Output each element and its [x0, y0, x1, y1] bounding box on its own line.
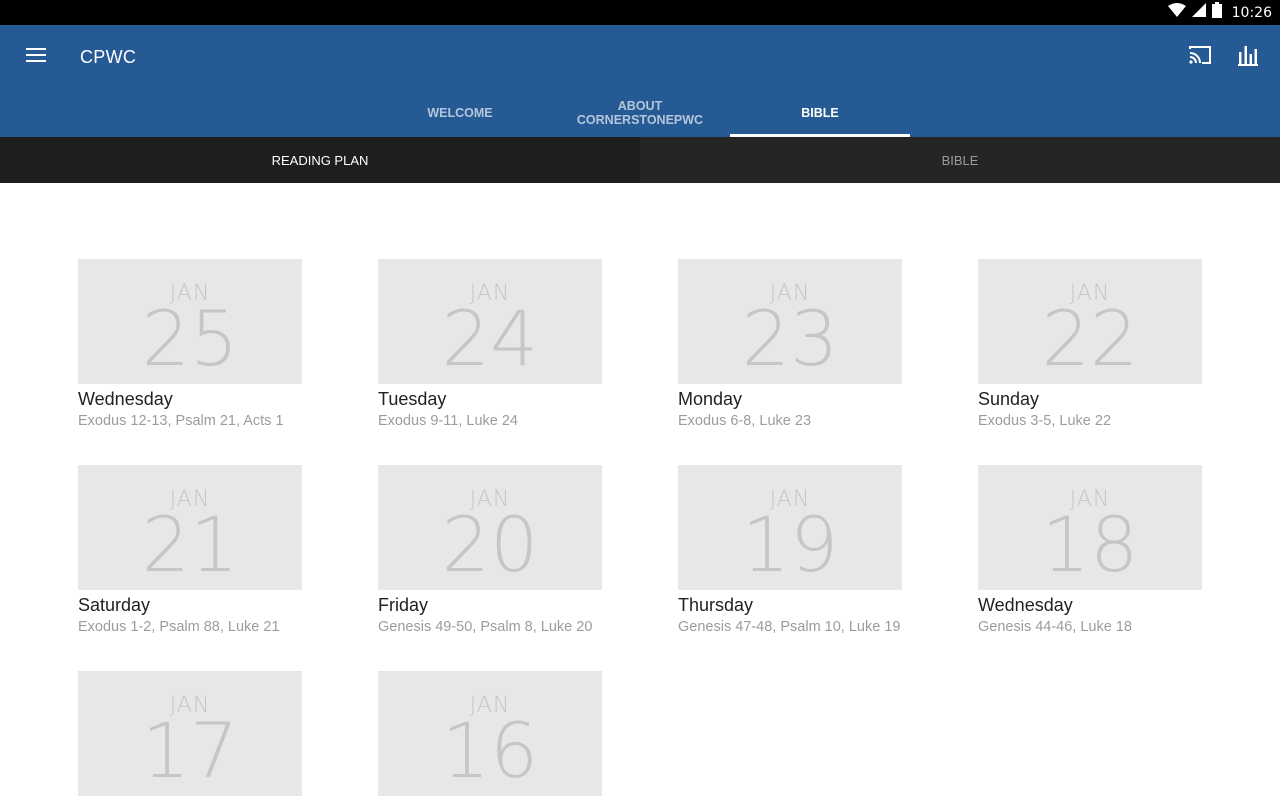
reading-weekday: Friday	[378, 595, 429, 615]
reading-card[interactable]: JAN 22 Sunday Exodus 3-5, Luke 22	[978, 259, 1202, 431]
reading-passages: Exodus 12-13, Psalm 21, Acts 1	[78, 413, 284, 429]
reading-passages: Exodus 3-5, Luke 22	[978, 413, 1112, 429]
tab-welcome[interactable]: WELCOME	[370, 89, 550, 137]
cell-signal-icon	[1191, 3, 1206, 22]
wifi-icon	[1167, 3, 1186, 22]
reading-passages: Exodus 6-8, Luke 23	[678, 413, 812, 429]
date-day: 23	[741, 294, 839, 383]
reading-passages: Genesis 44-46, Luke 18	[978, 619, 1132, 635]
subtab-bible[interactable]: BIBLE	[640, 137, 1280, 183]
reading-weekday: Tuesday	[378, 389, 447, 409]
reading-weekday: Thursday	[678, 595, 754, 615]
reading-weekday: Saturday	[78, 595, 151, 615]
cast-icon	[1188, 45, 1212, 70]
reading-card[interactable]: JAN 20 Friday Genesis 49-50, Psalm 8, Lu…	[378, 465, 602, 637]
menu-icon	[26, 47, 46, 68]
menu-button[interactable]	[20, 41, 52, 73]
reading-card[interactable]: JAN 18 Wednesday Genesis 44-46, Luke 18	[978, 465, 1202, 637]
tab-about[interactable]: ABOUT CORNERSTONEPWC	[550, 89, 730, 137]
cast-button[interactable]	[1184, 41, 1216, 73]
date-day: 21	[141, 500, 239, 589]
reading-weekday: Monday	[678, 389, 743, 409]
reading-card[interactable]: JAN 24 Tuesday Exodus 9-11, Luke 24	[378, 259, 602, 431]
subtab-reading-plan[interactable]: READING PLAN	[0, 137, 640, 183]
date-tile: JAN 24	[378, 259, 602, 384]
reading-card[interactable]: JAN 16	[378, 671, 602, 796]
date-tile: JAN 22	[978, 259, 1202, 384]
reading-weekday: Wednesday	[978, 595, 1073, 615]
reading-card[interactable]: JAN 23 Monday Exodus 6-8, Luke 23	[678, 259, 902, 431]
reading-passages: Genesis 47-48, Psalm 10, Luke 19	[678, 619, 901, 635]
tab-bible[interactable]: BIBLE	[730, 89, 910, 137]
date-day: 19	[741, 500, 839, 589]
reading-weekday: Sunday	[978, 389, 1040, 409]
date-tile: JAN 17	[78, 671, 302, 796]
app-title: CPWC	[80, 47, 137, 67]
date-day: 20	[441, 500, 539, 589]
status-bar: 10:26	[0, 0, 1280, 25]
date-tile: JAN 20	[378, 465, 602, 590]
date-day: 17	[141, 706, 239, 795]
reading-card[interactable]: JAN 25 Wednesday Exodus 12-13, Psalm 21,…	[78, 259, 302, 431]
reading-passages: Exodus 1-2, Psalm 88, Luke 21	[78, 619, 280, 635]
date-day: 18	[1041, 500, 1139, 589]
date-day: 25	[141, 294, 239, 383]
reading-passages: Exodus 9-11, Luke 24	[378, 413, 518, 429]
app-bar: CPWC WELCOME ABOUT CORNERSTONEPWC BIBLE	[0, 25, 1280, 137]
date-tile: JAN 16	[378, 671, 602, 796]
status-icons: 10:26	[1167, 0, 1272, 25]
reading-passages: Genesis 49-50, Psalm 8, Luke 20	[378, 619, 593, 635]
date-tile: JAN 19	[678, 465, 902, 590]
date-tile: JAN 25	[78, 259, 302, 384]
date-day: 22	[1041, 294, 1139, 383]
stats-button[interactable]	[1232, 41, 1264, 73]
date-tile: JAN 23	[678, 259, 902, 384]
reading-card[interactable]: JAN 21 Saturday Exodus 1-2, Psalm 88, Lu…	[78, 465, 302, 637]
subtab-bar: READING PLAN BIBLE	[0, 137, 1280, 183]
date-day: 16	[441, 706, 539, 795]
date-day: 24	[441, 294, 539, 383]
status-time: 10:26	[1231, 4, 1272, 21]
reading-card[interactable]: JAN 19 Thursday Genesis 47-48, Psalm 10,…	[678, 465, 902, 637]
bar-chart-icon	[1238, 44, 1258, 71]
date-tile: JAN 21	[78, 465, 302, 590]
reading-weekday: Wednesday	[78, 389, 173, 409]
battery-icon	[1211, 2, 1222, 23]
reading-card[interactable]: JAN 17	[78, 671, 302, 796]
date-tile: JAN 18	[978, 465, 1202, 590]
